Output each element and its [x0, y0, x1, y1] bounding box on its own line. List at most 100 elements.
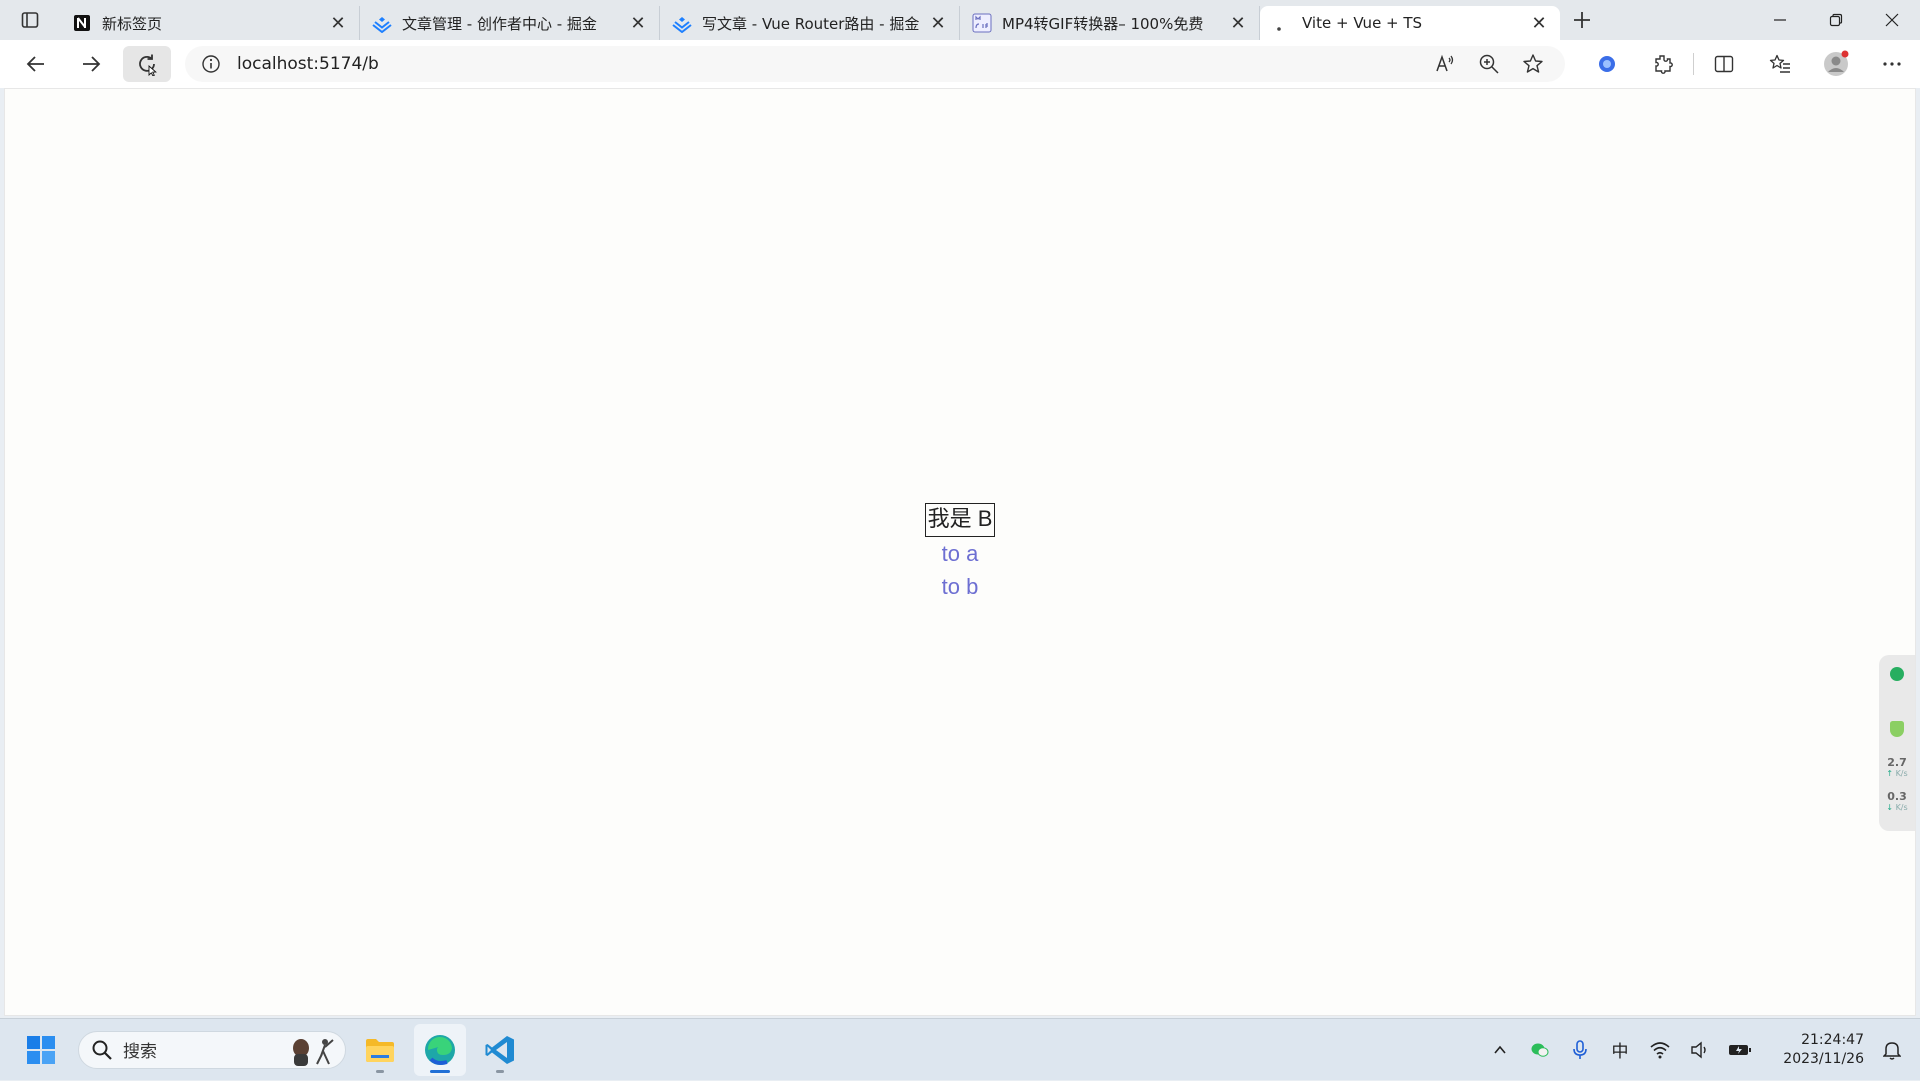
split-screen-icon[interactable]: [1696, 46, 1752, 82]
close-icon[interactable]: ✕: [327, 12, 349, 34]
start-button[interactable]: [16, 1025, 66, 1075]
running-indicator: [496, 1069, 504, 1073]
clock[interactable]: 21:24:47 2023/11/26: [1774, 1031, 1864, 1069]
arrow-right-icon: [83, 56, 101, 72]
mp4gif-icon: [972, 13, 992, 33]
right-toolbar: [1579, 46, 1920, 82]
new-tab-button[interactable]: [1560, 0, 1604, 40]
folder-icon: [366, 1038, 394, 1062]
volume-icon[interactable]: [1680, 1030, 1720, 1070]
battery-icon[interactable]: [1720, 1030, 1760, 1070]
tab-title: MP4转GIF转换器– 100%免费: [1002, 14, 1204, 33]
tab-new-tab[interactable]: 新标签页 ✕: [60, 6, 360, 40]
arrow-down-icon: ↓: [1886, 803, 1894, 812]
tab-title: 新标签页: [102, 14, 163, 33]
edge-icon: [425, 1034, 455, 1065]
window-controls: [1752, 0, 1920, 40]
wechat-icon[interactable]: [1520, 1030, 1560, 1070]
active-indicator: [430, 1069, 450, 1073]
link-to-a[interactable]: to a: [942, 537, 979, 570]
zoom-icon[interactable]: [1467, 48, 1511, 80]
favorites-icon[interactable]: [1752, 46, 1808, 82]
router-view: 我是 B to a to b: [5, 503, 1915, 603]
refresh-button[interactable]: [123, 46, 171, 82]
download-unit: ↓ K/s: [1886, 803, 1907, 813]
plus-icon: [1574, 12, 1590, 28]
edge-app[interactable]: [414, 1023, 466, 1076]
link-to-b[interactable]: to b: [942, 570, 979, 603]
tab-title: Vite + Vue + TS: [1302, 14, 1423, 32]
back-button[interactable]: [12, 46, 60, 82]
info-icon[interactable]: [199, 52, 223, 76]
address-bar-icons: [1423, 48, 1555, 80]
close-icon[interactable]: ✕: [1528, 12, 1550, 34]
close-icon[interactable]: ✕: [627, 12, 649, 34]
network-monitor-widget[interactable]: 2.7 ↑ K/s 0.3 ↓ K/s: [1879, 655, 1915, 831]
forward-button[interactable]: [68, 46, 116, 82]
clock-time: 21:24:47: [1801, 1031, 1864, 1048]
tab-vite-vue-ts[interactable]: Vite + Vue + TS ✕: [1260, 6, 1560, 40]
vscode-icon: [485, 1035, 514, 1064]
upload-unit: ↑ K/s: [1886, 769, 1907, 779]
tab-title: 写文章 - Vue Router路由 - 掘金: [702, 14, 920, 33]
notification-bell-icon[interactable]: [1872, 1030, 1912, 1070]
vue-app: 我是 B to a to b: [5, 89, 1915, 1015]
download-unit-label: K/s: [1895, 803, 1908, 812]
file-explorer-app[interactable]: [354, 1024, 406, 1076]
tab-actions-icon: [21, 12, 39, 28]
windows-icon: [27, 1035, 55, 1064]
wifi-icon[interactable]: [1640, 1030, 1680, 1070]
vscode-app[interactable]: [474, 1024, 526, 1076]
search-icon: [92, 1040, 112, 1060]
clock-date: 2023/11/26: [1783, 1050, 1864, 1067]
taskbar: 搜索 中 21:24:47 2023/11/26: [0, 1018, 1920, 1080]
restore-button[interactable]: [1808, 0, 1864, 40]
taskbar-search[interactable]: 搜索: [78, 1030, 346, 1069]
minimize-icon: [1774, 19, 1786, 21]
close-window-button[interactable]: [1864, 0, 1920, 40]
arrow-up-icon: ↑: [1886, 769, 1894, 778]
close-icon[interactable]: ✕: [1227, 12, 1249, 34]
download-speed: 0.3: [1887, 790, 1907, 803]
toolbar-divider: [1693, 53, 1695, 75]
tab-strip: 新标签页 ✕ 文章管理 - 创作者中心 - 掘金 ✕ 写文章 - Vue Rou…: [0, 0, 1920, 40]
tab-title: 文章管理 - 创作者中心 - 掘金: [402, 14, 597, 33]
chevron-up-icon[interactable]: [1480, 1030, 1520, 1070]
tab-list: 新标签页 ✕ 文章管理 - 创作者中心 - 掘金 ✕ 写文章 - Vue Rou…: [60, 0, 1560, 40]
juejin-icon: [672, 13, 692, 33]
system-tray: 中 21:24:47 2023/11/26: [1480, 1019, 1920, 1081]
shield-icon: [1890, 721, 1904, 737]
url-text[interactable]: localhost:5174/b: [237, 54, 1423, 74]
upload-unit-label: K/s: [1895, 769, 1908, 778]
ime-indicator[interactable]: 中: [1600, 1030, 1640, 1070]
tab-juejin-articles[interactable]: 文章管理 - 创作者中心 - 掘金 ✕: [360, 6, 660, 40]
search-placeholder: 搜索: [123, 1042, 157, 1062]
refresh-icon: [139, 54, 158, 76]
tab-juejin-write[interactable]: 写文章 - Vue Router路由 - 掘金 ✕: [660, 6, 960, 40]
extensions-icon[interactable]: [1635, 46, 1691, 82]
browser-toolbar: localhost:5174/b: [0, 40, 1920, 88]
close-icon[interactable]: ✕: [927, 12, 949, 34]
more-icon[interactable]: [1864, 46, 1920, 82]
minimize-button[interactable]: [1752, 0, 1808, 40]
restore-icon: [1829, 13, 1843, 27]
read-aloud-icon[interactable]: [1423, 48, 1467, 80]
running-indicator: [376, 1069, 384, 1073]
address-bar[interactable]: localhost:5174/b: [184, 46, 1566, 82]
extension-badge-icon[interactable]: [1579, 46, 1635, 82]
page-heading: 我是 B: [924, 503, 996, 537]
arrow-left-icon: [26, 56, 44, 72]
tab-mp4-gif[interactable]: MP4转GIF转换器– 100%免费 ✕: [960, 6, 1260, 40]
profile-avatar[interactable]: [1808, 46, 1864, 82]
notion-icon: [72, 13, 92, 33]
search-highlight-icon: [285, 1034, 341, 1066]
star-icon[interactable]: [1511, 48, 1555, 80]
tab-actions-button[interactable]: [0, 0, 60, 40]
close-icon: [1885, 13, 1899, 27]
web-content: 我是 B to a to b 2.7 ↑ K/s 0.3 ↓ K/s: [4, 88, 1916, 1016]
microphone-icon[interactable]: [1560, 1030, 1600, 1070]
upload-speed: 2.7: [1887, 756, 1907, 769]
juejin-icon: [372, 13, 392, 33]
status-dot-icon: [1890, 667, 1904, 681]
avatar-icon: [1824, 50, 1849, 76]
